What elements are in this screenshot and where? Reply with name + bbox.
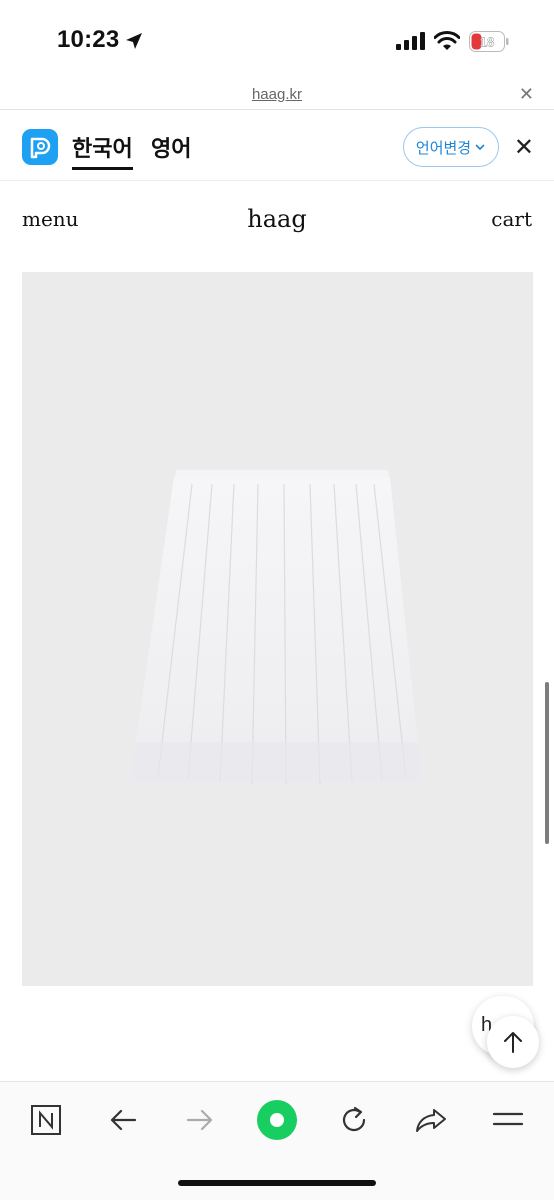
pleated-skirt-image	[130, 470, 422, 785]
chevron-down-icon	[475, 144, 485, 151]
status-bar: 10:23 18	[0, 0, 554, 80]
arrow-up-icon	[504, 1032, 522, 1053]
menu-button[interactable]	[486, 1098, 530, 1142]
scrollbar[interactable]	[545, 682, 549, 844]
home-indicator	[178, 1180, 376, 1186]
product-image[interactable]	[22, 272, 533, 986]
share-icon	[416, 1109, 446, 1132]
green-dot-button[interactable]	[255, 1098, 299, 1142]
location-arrow-icon	[126, 33, 142, 49]
tab-english[interactable]: 영어	[151, 131, 191, 163]
translate-bar: 한국어 영어 언어변경 ✕	[0, 111, 554, 181]
green-dot-icon	[257, 1100, 297, 1140]
share-button[interactable]	[409, 1098, 453, 1142]
wifi-icon	[434, 31, 460, 50]
back-icon	[110, 1109, 137, 1131]
change-language-label: 언어변경	[415, 139, 472, 157]
cart-link[interactable]: cart	[491, 207, 532, 231]
status-time: 10:23	[57, 26, 120, 53]
reload-icon	[342, 1106, 366, 1132]
scroll-to-top-button[interactable]	[487, 1016, 539, 1068]
naver-icon	[31, 1105, 61, 1135]
forward-button[interactable]	[178, 1098, 222, 1142]
naver-home-button[interactable]	[24, 1098, 68, 1142]
menu-icon	[492, 1112, 524, 1126]
change-language-button[interactable]: 언어변경	[403, 127, 499, 167]
papago-logo-icon	[22, 129, 58, 165]
site-header: menu haag cart	[0, 181, 554, 261]
close-icon[interactable]: ✕	[519, 84, 534, 105]
tab-korean[interactable]: 한국어	[72, 131, 133, 170]
translate-close-icon[interactable]: ✕	[514, 133, 534, 162]
battery-indicator: 18	[469, 31, 509, 52]
url-bar[interactable]: haag.kr ✕	[0, 82, 554, 110]
site-logo[interactable]: haag	[0, 205, 554, 233]
battery-level: 18	[480, 35, 494, 50]
forward-icon	[186, 1109, 213, 1131]
reload-button[interactable]	[332, 1098, 376, 1142]
back-button[interactable]	[101, 1098, 145, 1142]
url-text[interactable]: haag.kr	[0, 86, 554, 103]
cellular-signal-icon	[396, 32, 425, 50]
